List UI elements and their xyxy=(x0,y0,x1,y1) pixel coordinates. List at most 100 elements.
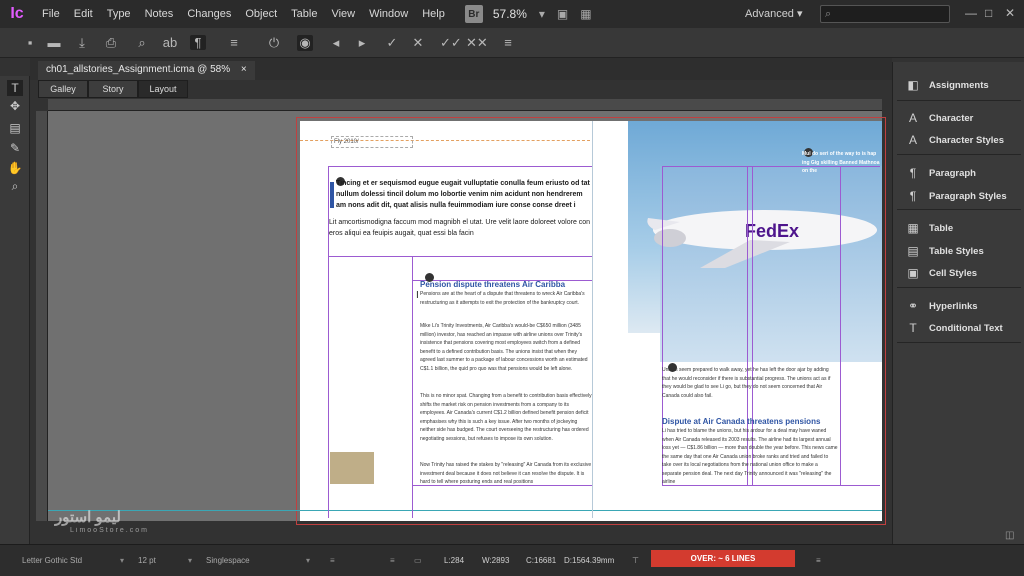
dateline-frame[interactable]: Fly 2010/ xyxy=(331,136,413,148)
screen-mode-icon[interactable]: ▣ xyxy=(557,7,568,21)
column-guide xyxy=(840,166,841,486)
spellcheck-icon[interactable]: ab xyxy=(162,35,178,50)
changes-menu-icon[interactable]: ≡ xyxy=(500,35,516,50)
spacing-dropdown-icon[interactable]: ▾ xyxy=(306,553,310,569)
hand-tool-icon[interactable]: ✋ xyxy=(7,160,23,176)
overset-indicator[interactable]: OVER: ~ 6 LINES xyxy=(651,550,795,567)
type-tool-icon[interactable]: T xyxy=(7,80,23,96)
new-document-icon[interactable]: ▪ xyxy=(22,35,38,50)
panel-table[interactable]: ▦ Table xyxy=(893,218,1024,238)
size-dropdown-icon[interactable]: ▾ xyxy=(188,553,192,569)
vertical-ruler[interactable] xyxy=(36,111,48,521)
story-info-icon: ▭ xyxy=(414,556,422,565)
menu-object[interactable]: Object xyxy=(245,8,277,20)
panel-cell-styles[interactable]: ▣ Cell Styles xyxy=(893,263,1024,283)
table-styles-icon: ▤ xyxy=(907,244,919,258)
document-tab[interactable]: ch01_allstories_Assignment.icma @ 58% × xyxy=(38,61,255,80)
tab-galley[interactable]: Galley xyxy=(38,80,88,98)
close-tab-icon[interactable]: × xyxy=(241,64,247,75)
show-hidden-characters-icon[interactable]: ¶ xyxy=(190,35,206,50)
panel-divider xyxy=(897,342,1021,343)
watermark-brand: ليمو استور xyxy=(55,509,121,526)
tab-layout[interactable]: Layout xyxy=(138,80,188,98)
story1-paragraph[interactable]: Now Trinity has raised the stakes by "re… xyxy=(420,461,592,487)
menu-notes[interactable]: Notes xyxy=(145,8,174,20)
font-select[interactable]: Letter Gothic Std xyxy=(18,553,128,569)
zoom-dropdown-icon[interactable]: ▾ xyxy=(539,7,545,21)
menu-window[interactable]: Window xyxy=(369,8,408,20)
panel-assignments[interactable]: ◧ Assignments xyxy=(893,75,1024,95)
minimize-icon[interactable]: — xyxy=(965,6,977,20)
dictionary-menu-icon[interactable]: ≡ xyxy=(390,553,395,569)
print-icon[interactable]: ⎙ xyxy=(103,35,119,51)
panel-paragraph[interactable]: ¶ Paragraph xyxy=(893,163,1024,183)
column-guide xyxy=(412,256,413,518)
intro-body[interactable]: Lit amcortismodigna faccum mod magnibh e… xyxy=(329,217,591,239)
panel-table-styles[interactable]: ▤ Table Styles xyxy=(893,241,1024,261)
open-folder-icon[interactable]: ▬ xyxy=(46,35,62,50)
text-cursor-icon: I xyxy=(416,290,419,301)
line-spacing-select[interactable]: Singlespace xyxy=(202,553,302,569)
story1-paragraph[interactable]: This is no minor spat. Changing from a b… xyxy=(420,392,592,443)
arrange-documents-icon[interactable]: ▦ xyxy=(580,7,591,21)
panel-conditional-text[interactable]: T Conditional Text xyxy=(893,318,1024,338)
story1-paragraph[interactable]: Pensions are at the heart of a dispute t… xyxy=(420,290,592,307)
show-changes-eye-icon[interactable]: ◉ xyxy=(297,35,313,51)
font-size-select[interactable]: 12 pt xyxy=(134,553,194,569)
find-icon[interactable]: ⌕ xyxy=(134,35,150,51)
character-icon: A xyxy=(908,111,917,125)
toolbar-menu-icon[interactable]: ≡ xyxy=(226,35,242,50)
menu-help[interactable]: Help xyxy=(422,8,445,20)
panel-divider xyxy=(897,209,1021,210)
panels-dock: ◧ Assignments A Character A Character St… xyxy=(892,62,1024,544)
menu-edit[interactable]: Edit xyxy=(74,8,93,20)
maximize-icon[interactable]: □ xyxy=(985,6,992,20)
search-input[interactable]: ⌕ xyxy=(820,5,950,23)
bridge-button[interactable]: Br xyxy=(464,5,483,23)
column-guide xyxy=(592,121,593,518)
reject-change-icon[interactable]: ✕ xyxy=(410,35,426,51)
accept-all-changes-icon[interactable]: ✓✓ xyxy=(440,35,462,51)
reject-all-changes-icon[interactable]: ✕✕ xyxy=(466,35,488,51)
control-toolbar: ▪ ▬ ⤓ ⎙ ⌕ ab ¶ ≡ ⏻ ◉ ◂ ▸ ✓ ✕ ✓✓ ✕✕ ≡ xyxy=(0,28,1024,58)
menu-changes[interactable]: Changes xyxy=(187,8,231,20)
status-menu-icon[interactable]: ≡ xyxy=(816,553,821,569)
next-change-icon[interactable]: ▸ xyxy=(354,35,370,51)
panel-divider xyxy=(897,287,1021,288)
eyedropper-tool-icon[interactable]: ✎ xyxy=(7,140,23,156)
menu-file[interactable]: File xyxy=(42,8,60,20)
track-changes-power-icon[interactable]: ⏻ xyxy=(266,35,282,51)
horizontal-ruler[interactable] xyxy=(48,99,882,111)
workspace-switcher[interactable]: Advanced ▾ xyxy=(745,7,803,20)
zoom-level[interactable]: 57.8% xyxy=(493,7,527,21)
tools-panel: T ✥ ▤ ✎ ✋ ⌕ xyxy=(0,76,30,544)
previous-change-icon[interactable]: ◂ xyxy=(328,35,344,51)
menu-type[interactable]: Type xyxy=(107,8,131,20)
story2-headline[interactable]: Dispute at Air Canada threatens pensions xyxy=(662,417,838,426)
panel-hyperlinks[interactable]: ⚭ Hyperlinks xyxy=(893,296,1024,316)
intro-heading[interactable]: Tincing et er sequismod eugue eugait vul… xyxy=(336,178,590,211)
note-tool-icon[interactable]: ▤ xyxy=(7,120,23,136)
accept-change-icon[interactable]: ✓ xyxy=(384,35,400,51)
panel-character-styles[interactable]: A Character Styles xyxy=(893,130,1024,150)
panel-character[interactable]: A Character xyxy=(893,108,1024,128)
hyperlinks-icon: ⚭ xyxy=(907,299,919,313)
menu-table[interactable]: Table xyxy=(291,8,317,20)
position-tool-icon[interactable]: ✥ xyxy=(7,98,23,114)
split-window-icon[interactable]: ◫ xyxy=(1005,530,1014,541)
tab-story[interactable]: Story xyxy=(88,80,138,98)
close-window-icon[interactable]: ✕ xyxy=(1005,6,1015,20)
story1-paragraph[interactable]: Mike Li's Trinity Investments, Air Carib… xyxy=(420,322,592,373)
zoom-tool-icon[interactable]: ⌕ xyxy=(7,178,23,194)
font-dropdown-icon[interactable]: ▾ xyxy=(120,553,124,569)
story2-paragraph[interactable]: Li has tried to blame the unions, but hi… xyxy=(662,427,838,487)
menu-view[interactable]: View xyxy=(331,8,355,20)
airplane-image: FedEx xyxy=(647,210,877,268)
story2-paragraph[interactable]: Unions seem prepared to walk away, yet h… xyxy=(662,366,838,400)
copyfit-icon: ⊤ xyxy=(632,556,639,565)
panel-paragraph-styles[interactable]: ¶ Paragraph Styles xyxy=(893,186,1024,206)
story1-headline[interactable]: Pension dispute threatens Air Caribba xyxy=(420,280,592,289)
save-icon[interactable]: ⤓ xyxy=(74,35,90,51)
menu-lines-icon[interactable]: ≡ xyxy=(330,553,335,569)
photo-caption[interactable]: Mul do seri of the way to is hap ing Gig… xyxy=(802,150,882,176)
